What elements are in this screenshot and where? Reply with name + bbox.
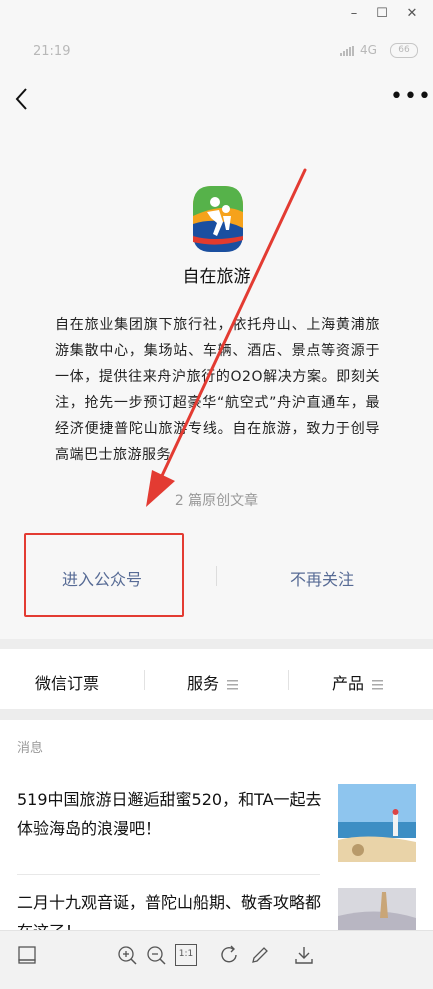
menu-service[interactable]: 服务	[187, 670, 239, 694]
maximize-button[interactable]: ☐	[370, 4, 394, 24]
menu-products-label: 产品	[332, 674, 365, 693]
nav-bar	[0, 72, 433, 127]
zoom-in-icon[interactable]	[116, 944, 138, 966]
submenu-icon	[227, 679, 239, 689]
submenu-icon	[372, 679, 384, 689]
menu-ticket-label: 微信订票	[35, 674, 100, 693]
minimize-button[interactable]: –	[342, 4, 366, 24]
menu-products[interactable]: 产品	[332, 670, 384, 694]
rotate-icon[interactable]	[219, 944, 241, 966]
message-thumbnail[interactable]	[338, 888, 416, 930]
message-title[interactable]: 519中国旅游日邂逅甜蜜520，和TA一起去体验海岛的浪漫吧！	[17, 785, 327, 843]
signal-icon	[340, 46, 354, 56]
messages-label: 消息	[17, 741, 44, 756]
account-logo	[193, 186, 243, 252]
message-separator	[17, 874, 320, 875]
status-time: 21:19	[33, 44, 71, 59]
section-divider	[0, 710, 433, 720]
window-title-bar	[0, 0, 433, 28]
download-icon[interactable]	[293, 944, 315, 966]
menu-separator	[288, 670, 289, 690]
section-divider	[0, 639, 433, 649]
menu-separator	[144, 670, 145, 690]
viewer-toolbar	[0, 930, 433, 989]
message-thumbnail[interactable]	[338, 784, 416, 862]
layout-icon[interactable]	[16, 944, 38, 966]
account-description: 自在旅业集团旗下旅行社，依托舟山、上海黄浦旅游集散中心，集场站、车辆、酒店、景点…	[55, 317, 380, 463]
actual-size-icon[interactable]: 1:1	[175, 944, 197, 966]
battery-icon: 66	[390, 43, 418, 58]
menu-ticket-booking[interactable]: 微信订票	[35, 670, 99, 694]
action-divider	[216, 566, 217, 586]
edit-icon[interactable]	[249, 944, 271, 966]
zoom-out-icon[interactable]	[145, 944, 167, 966]
more-options-icon[interactable]: •••	[390, 86, 432, 108]
menu-service-label: 服务	[187, 674, 220, 693]
back-arrow-icon[interactable]	[10, 84, 36, 114]
original-article-count[interactable]: 2 篇原创文章	[0, 490, 433, 510]
unfollow-button[interactable]: 不再关注	[290, 566, 354, 590]
account-name: 自在旅游	[182, 267, 251, 287]
network-type: 4G	[360, 43, 377, 57]
close-button[interactable]: ✕	[400, 4, 424, 24]
highlight-box	[24, 533, 184, 617]
